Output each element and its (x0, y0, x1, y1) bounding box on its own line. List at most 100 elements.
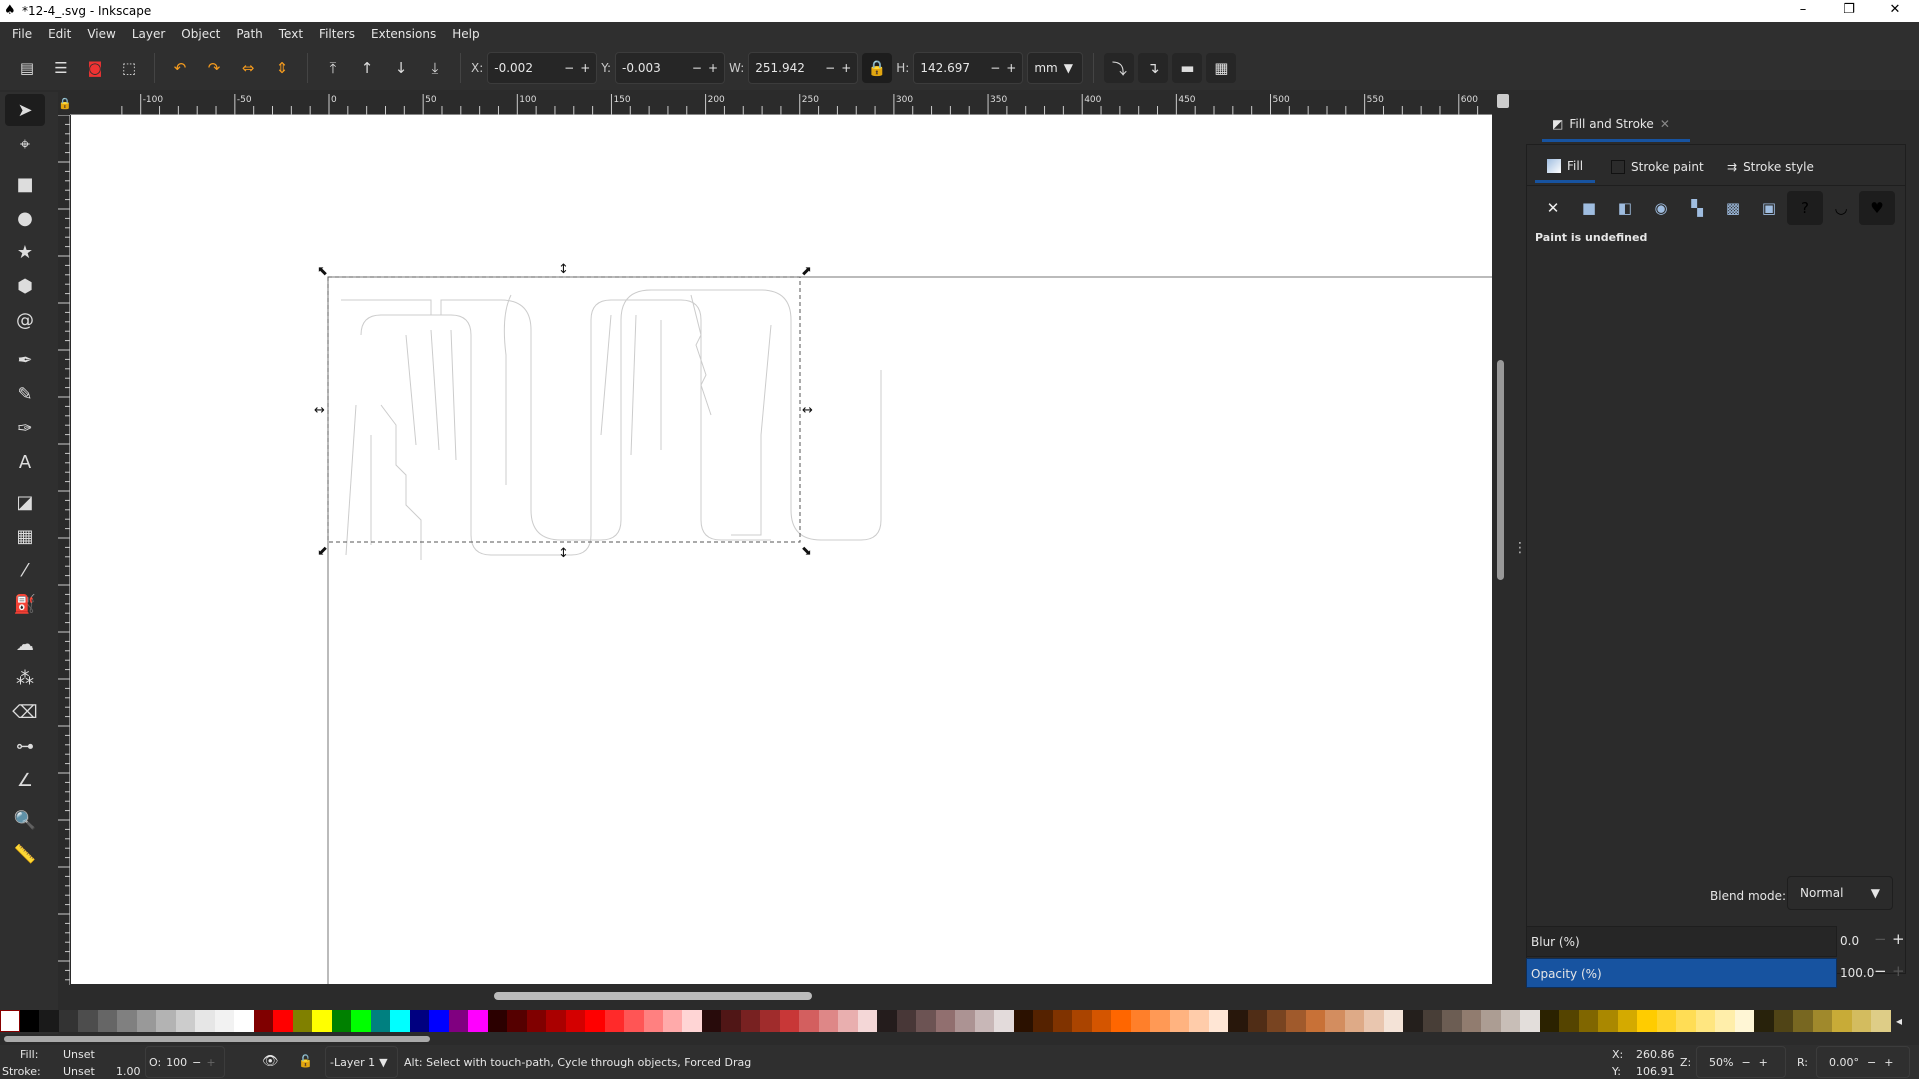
status-opacity-value[interactable]: 100 (166, 1056, 187, 1069)
layer-visibility-icon[interactable]: 👁 (262, 1054, 279, 1069)
color-swatch[interactable] (273, 1010, 293, 1032)
color-swatch[interactable] (1832, 1010, 1852, 1032)
opacity-slider[interactable]: Opacity (%) (1526, 958, 1837, 988)
color-swatch[interactable] (1500, 1010, 1521, 1032)
color-swatch[interactable] (117, 1010, 137, 1032)
color-swatch[interactable] (974, 1010, 995, 1032)
tab-stroke-style[interactable]: ⇉ Stroke style (1727, 151, 1814, 183)
menu-view[interactable]: View (79, 27, 123, 41)
guide-lock-icon[interactable]: 🔒 (58, 92, 72, 115)
linear-gradient-icon[interactable]: ◧ (1607, 191, 1643, 225)
nonzero-icon[interactable]: ♥ (1859, 191, 1895, 225)
layer-dropdown[interactable]: -Layer 1 ▼ (325, 1046, 398, 1078)
scale-handle-s[interactable]: ↕ (558, 546, 569, 561)
color-swatch[interactable] (58, 1010, 79, 1032)
blur-value[interactable]: 0.0 (1840, 934, 1859, 948)
color-swatch[interactable] (1676, 1010, 1696, 1032)
x-value[interactable]: -0.002 (494, 61, 558, 75)
color-swatch[interactable] (1637, 1010, 1657, 1032)
color-swatch[interactable] (20, 1010, 40, 1032)
gradient-icon[interactable]: ◪ (5, 486, 45, 518)
lower-to-bottom-icon[interactable]: ⤓ (420, 53, 450, 83)
ellipse-icon[interactable]: ● (5, 202, 45, 234)
color-swatch[interactable] (1169, 1010, 1190, 1032)
selection-handles[interactable]: ⬉ ↕ ⬈ ↔ ↔ ⬋ ↕ ⬊ (314, 262, 813, 561)
color-swatch[interactable] (1111, 1010, 1131, 1032)
menu-object[interactable]: Object (173, 27, 228, 41)
opacity-increment[interactable]: + (1892, 962, 1905, 980)
color-swatch[interactable] (39, 1010, 59, 1032)
color-swatch[interactable] (1812, 1010, 1833, 1032)
color-swatch[interactable] (857, 1010, 878, 1032)
tweak-icon[interactable]: ☁ (5, 628, 45, 660)
calligraphy-icon[interactable]: ✑ (5, 412, 45, 444)
opacity-spin[interactable]: O: 100− + (145, 1046, 225, 1078)
status-opacity-decrement[interactable]: − (192, 1056, 201, 1069)
lower-icon[interactable]: ↓ (386, 53, 416, 83)
color-swatch[interactable] (195, 1010, 215, 1032)
x-decrement[interactable]: − (564, 61, 574, 75)
color-swatch[interactable] (1150, 1010, 1170, 1032)
zoom-icon[interactable]: 🔍 (5, 804, 45, 836)
y-value[interactable]: -0.003 (622, 61, 686, 75)
color-swatch[interactable] (1267, 1010, 1287, 1032)
color-swatch[interactable] (487, 1010, 508, 1032)
color-swatch[interactable] (779, 1010, 800, 1032)
tab-fill[interactable]: Fill (1535, 151, 1595, 183)
raise-to-top-icon[interactable]: ⤒ (318, 53, 348, 83)
y-field[interactable]: -0.003− + (615, 52, 726, 84)
pen-icon[interactable]: ✒ (5, 344, 45, 376)
palette-scrollbar-thumb[interactable] (4, 1036, 430, 1042)
color-swatch[interactable] (1871, 1010, 1891, 1032)
menu-path[interactable]: Path (228, 27, 270, 41)
rotate-value[interactable]: 0.00° (1829, 1056, 1859, 1069)
color-swatch[interactable] (818, 1010, 839, 1032)
spray-icon[interactable]: ⁂ (5, 662, 45, 694)
scale-handle-e[interactable]: ↔ (802, 403, 813, 418)
menu-edit[interactable]: Edit (40, 27, 79, 41)
scale-handle-sw[interactable]: ⬋ (317, 544, 328, 559)
color-swatch[interactable] (1442, 1010, 1462, 1032)
zoom-decrement[interactable]: − (1741, 1056, 1750, 1069)
scale-handle-w[interactable]: ↔ (314, 403, 325, 418)
menu-filters[interactable]: Filters (311, 27, 363, 41)
color-swatch[interactable] (1520, 1010, 1540, 1032)
no-paint-icon[interactable]: ✕ (1535, 191, 1571, 225)
color-swatch[interactable] (468, 1010, 488, 1032)
color-swatch[interactable] (156, 1010, 176, 1032)
color-swatch[interactable] (1091, 1010, 1112, 1032)
transform-patterns-icon[interactable]: ▦ (1206, 53, 1237, 83)
color-swatch[interactable] (1598, 1010, 1618, 1032)
blur-decrement[interactable]: − (1874, 930, 1887, 948)
color-swatch[interactable] (214, 1010, 235, 1032)
color-swatch[interactable] (292, 1010, 313, 1032)
eraser-icon[interactable]: ⌫ (5, 696, 45, 728)
color-swatch[interactable] (955, 1010, 975, 1032)
color-swatch[interactable] (1539, 1010, 1560, 1032)
node-icon[interactable]: ⌖ (5, 128, 45, 160)
transform-gradients-icon[interactable]: ▬ (1172, 53, 1203, 83)
blend-mode-dropdown[interactable]: Normal ▼ (1787, 876, 1893, 910)
selector-icon[interactable]: ➤ (5, 94, 45, 126)
menu-text[interactable]: Text (271, 27, 311, 41)
color-swatch[interactable] (1364, 1010, 1384, 1032)
color-swatch[interactable] (331, 1010, 352, 1032)
y-increment[interactable]: + (708, 61, 718, 75)
color-swatch[interactable] (1754, 1010, 1774, 1032)
no-color-swatch[interactable] (0, 1010, 20, 1032)
color-swatch[interactable] (312, 1010, 332, 1032)
color-swatch[interactable] (799, 1010, 819, 1032)
height-increment[interactable]: + (1006, 61, 1016, 75)
raise-icon[interactable]: ↑ (352, 53, 382, 83)
color-swatch[interactable] (175, 1010, 196, 1032)
color-swatch[interactable] (1247, 1010, 1267, 1032)
swatch-icon[interactable]: ▣ (1751, 191, 1787, 225)
maximize-button[interactable]: ❐ (1826, 0, 1872, 22)
color-swatch[interactable] (838, 1010, 858, 1032)
dropper-icon[interactable]: ⁄ (5, 554, 45, 586)
star-icon[interactable]: ★ (5, 236, 45, 268)
unset-icon[interactable]: ? (1787, 191, 1823, 225)
zoom-spin[interactable]: 50% − + (1696, 1046, 1786, 1078)
paint-bucket-icon[interactable]: ⛽ (5, 588, 45, 620)
color-swatch[interactable] (1013, 1010, 1034, 1032)
